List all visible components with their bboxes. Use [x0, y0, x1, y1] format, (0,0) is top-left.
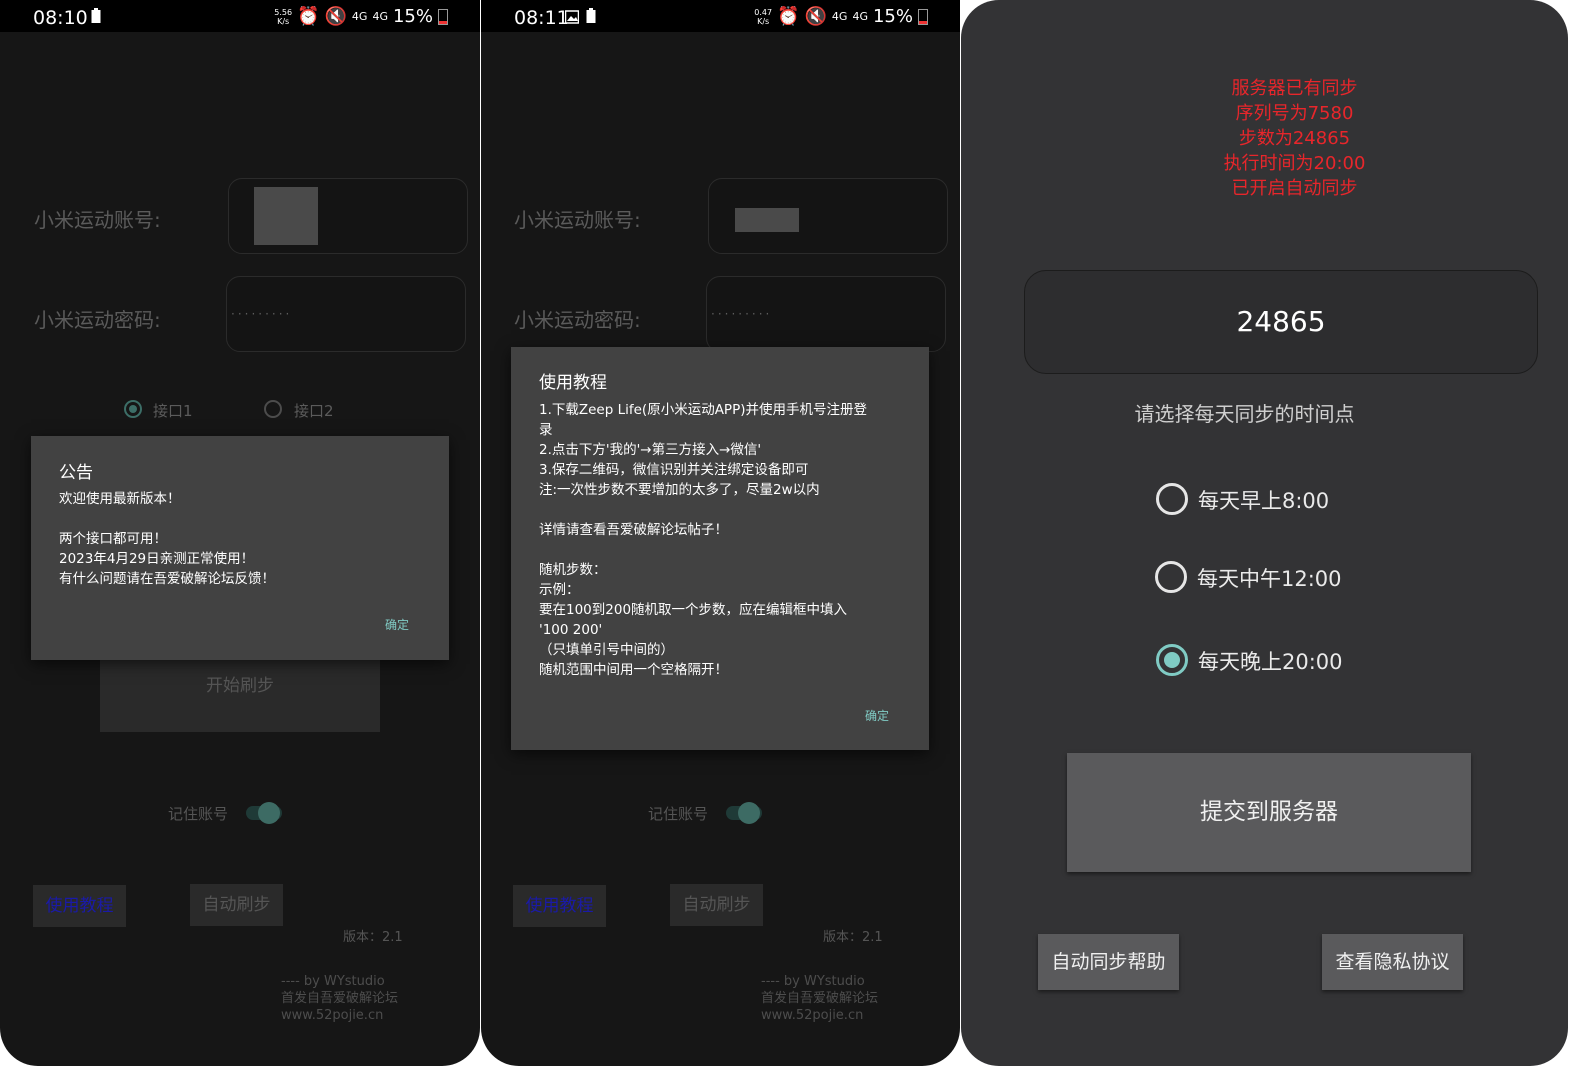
status-icons: 0.47 K/s ⏰ 🔇 4G 4G 15%	[754, 6, 928, 27]
password-input[interactable]: ·········	[706, 276, 946, 352]
tutorial-button[interactable]: 使用教程	[513, 885, 606, 927]
status-time: 08:10	[33, 7, 88, 29]
phone-screen-1: 08:10 5.56 K/s ⏰ 🔇 4G 4G 15% 小米运动账号: 小米运动…	[0, 0, 480, 1066]
dialog-body: 欢迎使用最新版本！ 两个接口都可用！ 2023年4月29日亲测正常使用！ 有什么…	[59, 491, 275, 587]
password-label: 小米运动密码:	[514, 308, 641, 332]
signal-icon: 4G	[831, 10, 848, 23]
password-label: 小米运动密码:	[34, 308, 161, 332]
battery-percent: 15%	[872, 6, 913, 27]
auto-button[interactable]: 自动刷步	[190, 884, 283, 926]
footer-credits: ---- by WYstudio 首发自吾爱破解论坛 www.52pojie.c…	[281, 974, 399, 1023]
tutorial-button[interactable]: 使用教程	[33, 885, 126, 927]
account-input[interactable]	[228, 178, 468, 254]
auto-button[interactable]: 自动刷步	[670, 884, 763, 926]
image-icon	[564, 7, 580, 24]
redacted-area	[254, 187, 318, 245]
remember-label: 记住账号	[648, 805, 709, 823]
status-line: 服务器已有同步	[1231, 78, 1358, 99]
option-8pm-radio[interactable]	[1156, 644, 1188, 676]
option-8am-radio[interactable]	[1156, 483, 1188, 515]
signal-icon-2: 4G	[852, 10, 868, 23]
tutorial-dialog: 使用教程 1.下载Zeep Life(原小米运动APP)并使用手机号注册登 录 …	[511, 347, 929, 750]
remember-label: 记住账号	[168, 805, 229, 823]
status-time: 08:11	[514, 7, 569, 29]
status-line: 执行时间为20:00	[1223, 153, 1366, 174]
status-bar: 08:10 5.56 K/s ⏰ 🔇 4G 4G 15%	[0, 0, 480, 32]
announcement-dialog: 公告 欢迎使用最新版本！ 两个接口都可用！ 2023年4月29日亲测正常使用！ …	[31, 436, 449, 660]
battery-icon	[918, 8, 928, 25]
status-line: 已开启自动同步	[1231, 178, 1358, 199]
dialog-body: 1.下载Zeep Life(原小米运动APP)并使用手机号注册登 录 2.点击下…	[539, 402, 867, 678]
option-12pm-label: 每天中午12:00	[1197, 567, 1342, 591]
api1-label: 接口1	[153, 402, 193, 420]
mute-icon: 🔇	[324, 6, 347, 27]
redacted-area	[735, 208, 799, 232]
api2-radio[interactable]	[264, 400, 282, 418]
api1-radio[interactable]	[124, 400, 142, 418]
help-button[interactable]: 自动同步帮助	[1038, 934, 1179, 990]
battery-alert-icon	[91, 7, 103, 23]
dialog-ok-button[interactable]: 确定	[385, 616, 409, 633]
privacy-button[interactable]: 查看隐私协议	[1322, 934, 1463, 990]
dialog-title: 公告	[59, 463, 93, 483]
option-8pm-label: 每天晚上20:00	[1198, 650, 1343, 674]
status-line: 序列号为7580	[1235, 103, 1354, 124]
battery-icon	[438, 8, 448, 25]
server-status-text: 服务器已有同步 序列号为7580 步数为24865 执行时间为20:00 已开启…	[961, 76, 1568, 201]
password-value: ·········	[231, 307, 293, 321]
account-label: 小米运动账号:	[514, 208, 641, 232]
dialog-title: 使用教程	[539, 373, 607, 393]
phone-screen-3: 服务器已有同步 序列号为7580 步数为24865 执行时间为20:00 已开启…	[961, 0, 1568, 1066]
version-text: 版本：2.1	[343, 930, 403, 945]
signal-icon-2: 4G	[372, 10, 388, 23]
submit-button[interactable]: 提交到服务器	[1067, 753, 1471, 872]
option-12pm-radio[interactable]	[1155, 561, 1187, 593]
battery-percent: 15%	[392, 6, 433, 27]
footer-credits: ---- by WYstudio 首发自吾爱破解论坛 www.52pojie.c…	[761, 974, 879, 1023]
dialog-ok-button[interactable]: 确定	[865, 707, 889, 724]
account-label: 小米运动账号:	[34, 208, 161, 232]
version-text: 版本：2.1	[823, 930, 883, 945]
alarm-icon: ⏰	[297, 6, 320, 27]
signal-icon: 4G	[351, 10, 368, 23]
option-8am-label: 每天早上8:00	[1198, 489, 1330, 513]
time-hint: 请选择每天同步的时间点	[1134, 402, 1355, 426]
status-bar: 08:11 0.47 K/s ⏰ 🔇 4G 4G 15%	[481, 0, 960, 32]
network-speed: 5.56 K/s	[274, 7, 293, 26]
phone-screen-2: 08:11 0.47 K/s ⏰ 🔇 4G 4G 15% 小米运动账号: 小米运动…	[481, 0, 960, 1066]
mute-icon: 🔇	[804, 6, 827, 27]
status-line: 步数为24865	[1238, 128, 1351, 149]
alarm-icon: ⏰	[777, 6, 800, 27]
password-value: ·········	[711, 307, 773, 321]
status-icons: 5.56 K/s ⏰ 🔇 4G 4G 15%	[274, 6, 448, 27]
api2-label: 接口2	[294, 402, 334, 420]
battery-alert-icon	[586, 7, 598, 23]
network-speed: 0.47 K/s	[754, 7, 773, 26]
account-input[interactable]	[708, 178, 948, 254]
steps-input[interactable]: 24865	[1024, 270, 1538, 374]
password-input[interactable]: ·········	[226, 276, 466, 352]
